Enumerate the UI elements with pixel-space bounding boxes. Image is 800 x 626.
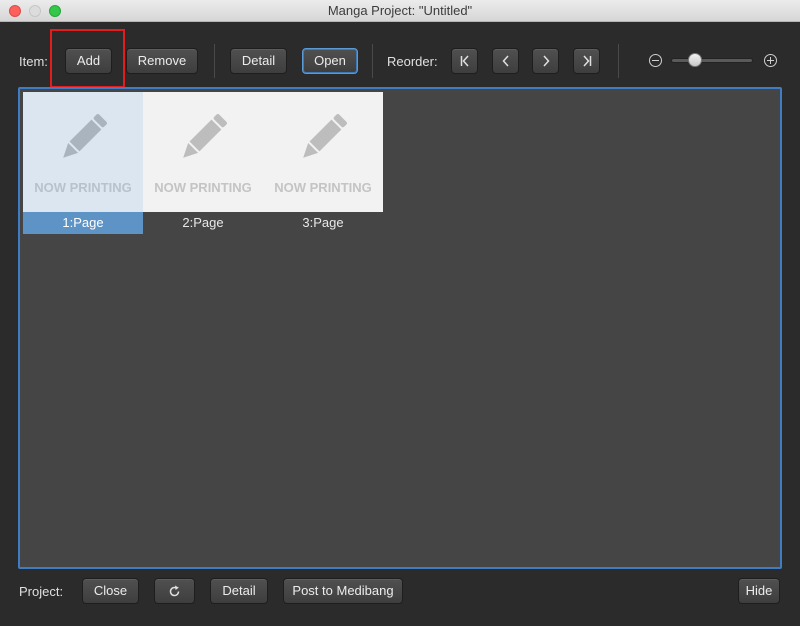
title-bar: Manga Project: "Untitled" <box>0 0 800 22</box>
zoom-in-icon[interactable] <box>764 54 777 67</box>
reorder-label: Reorder: <box>387 54 438 69</box>
item-label: Item: <box>19 54 48 69</box>
move-previous-button[interactable] <box>492 48 519 74</box>
zoom-slider-thumb[interactable] <box>688 53 702 67</box>
project-label: Project: <box>19 584 64 599</box>
page-caption: 2:Page <box>182 215 224 230</box>
chevron-left-icon <box>501 55 509 67</box>
now-printing-placeholder: NOW PRINTING <box>274 180 372 195</box>
move-next-button[interactable] <box>532 48 559 74</box>
move-first-icon <box>460 55 469 67</box>
close-project-button[interactable]: Close <box>82 578 139 604</box>
refresh-button[interactable] <box>154 578 195 604</box>
toolbar-divider <box>214 44 215 78</box>
annotation-highlight <box>50 29 125 88</box>
hide-button[interactable]: Hide <box>738 578 780 604</box>
window-title: Manga Project: "Untitled" <box>327 3 473 18</box>
detail-button[interactable]: Detail <box>230 48 287 74</box>
move-first-button[interactable] <box>451 48 478 74</box>
now-printing-placeholder: NOW PRINTING <box>34 180 132 195</box>
page-thumbnail: NOW PRINTING <box>263 92 383 212</box>
pencil-icon <box>63 114 107 158</box>
page-caption: 3:Page <box>302 215 344 230</box>
move-last-icon <box>582 55 591 67</box>
zoom-out-icon[interactable] <box>649 54 662 67</box>
page-item[interactable]: NOW PRINTING 1:Page <box>23 92 143 235</box>
page-thumbnail: NOW PRINTING <box>23 92 143 212</box>
post-to-medibang-button[interactable]: Post to Medibang <box>283 578 403 604</box>
pencil-icon <box>303 114 347 158</box>
toolbar-divider <box>618 44 619 78</box>
page-thumbnail: NOW PRINTING <box>143 92 263 212</box>
pencil-icon <box>183 114 227 158</box>
move-last-button[interactable] <box>573 48 600 74</box>
now-printing-placeholder: NOW PRINTING <box>154 180 252 195</box>
refresh-icon <box>169 585 180 597</box>
toolbar-divider <box>372 44 373 78</box>
project-detail-button[interactable]: Detail <box>210 578 268 604</box>
page-caption: 1:Page <box>23 212 143 234</box>
chevron-right-icon <box>542 55 550 67</box>
remove-button[interactable]: Remove <box>126 48 198 74</box>
pages-panel[interactable]: NOW PRINTING 1:Page NOW PRINTING 2:Page <box>18 87 782 569</box>
zoom-slider-track[interactable] <box>671 58 753 63</box>
page-item[interactable]: NOW PRINTING 2:Page <box>143 92 263 235</box>
open-button[interactable]: Open <box>302 48 358 74</box>
page-item[interactable]: NOW PRINTING 3:Page <box>263 92 383 235</box>
